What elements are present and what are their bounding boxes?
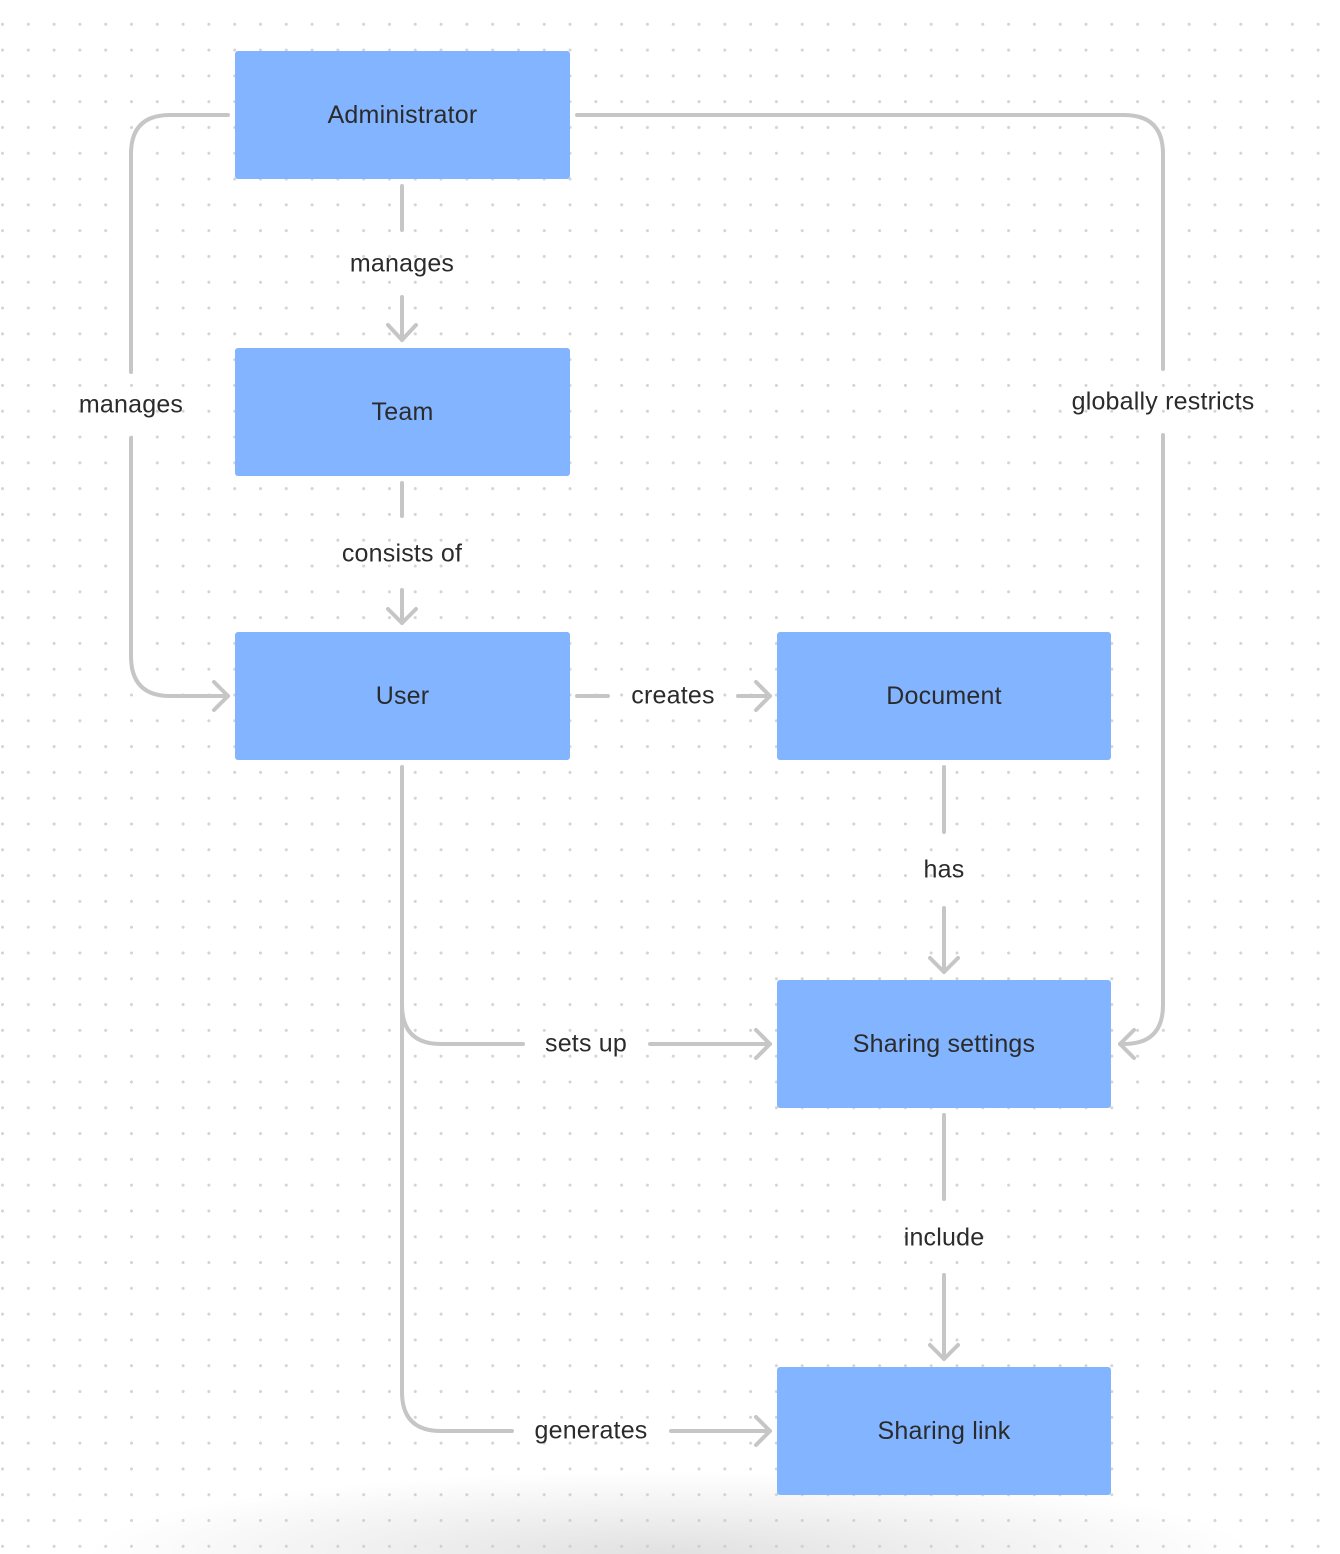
edge-label-user-document: creates (631, 681, 715, 710)
node-administrator[interactable]: Administrator (235, 51, 570, 179)
node-team[interactable]: Team (235, 348, 570, 476)
node-label: Team (371, 397, 434, 426)
node-sharing-settings[interactable]: Sharing settings (777, 980, 1111, 1108)
node-label: Sharing link (877, 1416, 1011, 1445)
edge-user-sets-up-settings[interactable] (400, 765, 772, 1060)
node-user[interactable]: User (235, 632, 570, 760)
edge-label-user-link: generates (534, 1416, 648, 1445)
node-label: Sharing settings (852, 1029, 1036, 1058)
node-label: Document (886, 681, 1002, 710)
node-document[interactable]: Document (777, 632, 1111, 760)
node-label: Administrator (327, 100, 478, 129)
node-label: User (375, 681, 430, 710)
edge-label-team-user: consists of (341, 539, 463, 568)
edge-label-admin-settings: globally restricts (1071, 387, 1255, 416)
edge-label-user-settings: sets up (544, 1029, 628, 1058)
node-sharing-link[interactable]: Sharing link (777, 1367, 1111, 1495)
edge-user-generates-link[interactable] (400, 1003, 772, 1447)
edge-label-settings-link: include (903, 1223, 985, 1252)
edge-label-admin-team: manages (349, 249, 455, 278)
edge-admin-globally-restricts-settings[interactable] (575, 113, 1165, 1060)
edge-label-admin-user: manages (78, 390, 184, 419)
connectors-layer (129, 113, 1165, 1447)
edge-label-document-settings: has (923, 855, 965, 884)
